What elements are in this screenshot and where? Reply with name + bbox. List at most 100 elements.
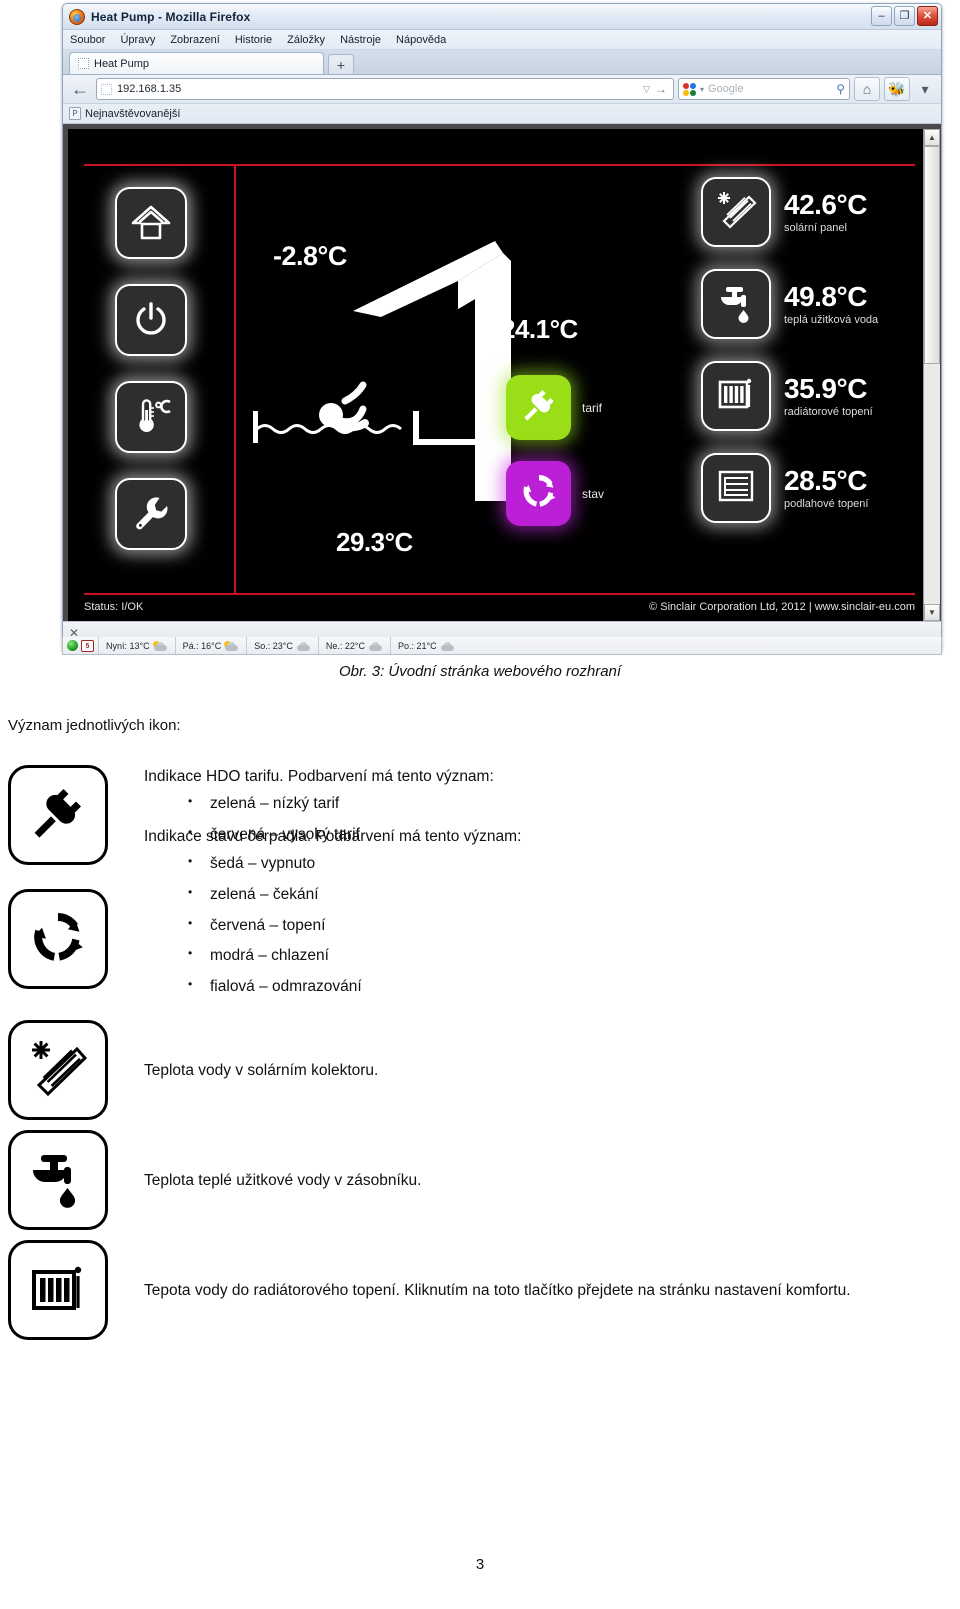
recycle-arrows-icon [520,472,558,515]
hot-water-caption: teplá užitková voda [784,313,879,326]
weather-start-group: 5 [63,639,98,652]
addons-button[interactable]: 🐝 [884,77,910,101]
hot-water-value: 49.8°C [784,280,867,312]
search-bar[interactable]: ▾ Google ⚲ [678,78,850,100]
reading-radiator[interactable]: 35.9°C radiátorové topení [701,361,878,431]
reading-text-hot-water: 49.8°C teplá užitková voda [784,280,879,326]
solar-panel-icon [715,189,757,236]
floor-heating-value: 28.5°C [784,464,867,496]
solar-panel-icon-tile[interactable] [701,177,771,247]
temperature-button-tile[interactable] [115,381,187,453]
heat-pump-web-app: -2.8°C 24.1°C 29.3°C tarif stav 42.6°C s… [68,129,923,621]
legend-recycle-icon-box [8,889,108,989]
list-item: modrá – chlazení [188,946,952,966]
plug-icon [28,783,88,848]
scroll-down-arrow-icon[interactable]: ▼ [924,604,940,621]
home-button-tile[interactable] [115,187,187,259]
cloud-icon [368,641,383,651]
pump-state-label: stav [582,486,605,501]
overflow-chevron-icon[interactable]: ▾ [914,77,936,101]
tab-label: Heat Pump [94,57,150,70]
chevron-down-icon[interactable]: ▾ [700,85,704,94]
menu-zobrazeni[interactable]: Zobrazení [170,34,220,46]
scroll-up-arrow-icon[interactable]: ▲ [924,129,940,146]
menu-historie[interactable]: Historie [235,34,272,46]
reading-hot-water[interactable]: 49.8°C teplá užitková voda [701,269,878,339]
pump-state-tile-row: stav [506,461,604,526]
solar-panel-value: 42.6°C [784,188,867,220]
scrollbar-thumb[interactable] [924,146,940,364]
list-item: červená – vysoký tarif [188,825,952,845]
weather-item-fri[interactable]: Pá.: 16°C [174,637,247,654]
search-input[interactable]: Google [708,83,832,95]
list-item: šedá – vypnuto [188,854,952,874]
chevron-down-icon[interactable]: ▽ [643,84,650,95]
reading-solar-panel[interactable]: 42.6°C solární panel [701,177,878,247]
pool-temperature: 29.3°C [336,527,413,557]
settings-button-tile[interactable] [115,478,187,550]
bookmark-most-visited[interactable]: Nejnavštěvovanější [85,108,180,120]
weather-label-sun: Ne.: 22°C [325,640,365,651]
floor-heating-caption: podlahové topení [784,497,869,510]
minimize-button[interactable]: – [871,6,892,26]
menu-upravy[interactable]: Úpravy [120,34,155,46]
menu-zalozky[interactable]: Záložky [287,34,325,46]
tab-favicon-icon [78,58,89,69]
bookmarks-toolbar: P Nejnavštěvovanější [63,104,941,124]
sun-cloud-icon [224,640,239,651]
status-tiles: tarif stav [506,375,604,526]
calendar-icon[interactable]: 5 [81,639,94,652]
icon-legend-list: Indikace HDO tarifu. Podbarvení má tento… [8,765,952,1341]
home-button[interactable]: ⌂ [854,77,880,101]
settings-wrench-icon [131,494,171,534]
plug-icon [520,386,558,429]
tariff-indicator-tile[interactable] [506,375,571,440]
menu-nastroje[interactable]: Nástroje [340,34,381,46]
legend-body-radiator: Tepota vody do radiátorového topení. Kli… [108,1278,952,1302]
reading-floor-heating[interactable]: 28.5°C podlahové topení [701,453,878,523]
legend-lead-radiator: Tepota vody do radiátorového topení. Kli… [144,1282,851,1300]
home-icon [131,205,171,241]
content-scrollbar[interactable]: ▲ ▼ [923,129,940,621]
go-arrow-icon[interactable]: → [655,82,669,96]
search-icon[interactable]: ⚲ [836,82,845,96]
weather-item-sat[interactable]: So.: 23°C [246,637,318,654]
pump-state-indicator-tile[interactable] [506,461,571,526]
indoor-temperature: 24.1°C [501,314,578,344]
new-tab-button[interactable]: + [328,54,354,74]
radiator-icon-tile[interactable] [701,361,771,431]
sensor-readings-list: 42.6°C solární panel 49.8°C teplá užitko… [701,177,878,523]
tab-heat-pump[interactable]: Heat Pump [69,52,324,74]
power-button-tile[interactable] [115,284,187,356]
url-bar[interactable]: 192.168.1.35 ▽ → [96,78,674,100]
power-icon [132,301,170,339]
legend-row-hot-water: Teplota teplé užitkové vody v zásobníku. [8,1130,952,1231]
legend-solar-icon-box [8,1020,108,1121]
close-button[interactable]: ✕ [917,6,938,26]
content-area: -2.8°C 24.1°C 29.3°C tarif stav 42.6°C s… [63,124,941,621]
menu-napoveda[interactable]: Nápověda [396,34,446,46]
weather-item-sun[interactable]: Ne.: 22°C [317,637,390,654]
floor-heating-icon-tile[interactable] [701,453,771,523]
menu-soubor[interactable]: Soubor [70,34,105,46]
legend-body-tariff: Indikace HDO tarifu. Podbarvení má tento… [108,765,952,857]
divider-line-vertical [234,164,236,595]
tariff-label: tarif [582,400,603,415]
firefox-logo-icon [69,8,85,25]
faucet-icon [715,281,757,328]
left-icon-rail [115,187,187,550]
weather-label-sat: So.: 23°C [254,640,293,651]
faucet-icon-tile[interactable] [701,269,771,339]
weather-item-mon[interactable]: Po.: 21°C [390,637,462,654]
url-text: 192.168.1.35 [117,83,182,95]
green-orb-icon[interactable] [67,640,78,651]
weather-item-now[interactable]: Nyní: 13°C [98,637,175,654]
weather-label-fri: Pá.: 16°C [182,640,222,651]
maximize-button[interactable]: ❐ [894,6,915,26]
back-arrow-icon[interactable]: ← [68,77,92,101]
radiator-icon [28,1259,88,1322]
scrollbar-track[interactable] [924,146,940,604]
temperature-icon [130,398,172,436]
window-title: Heat Pump - Mozilla Firefox [91,9,251,24]
legend-body-hot-water: Teplota teplé užitkové vody v zásobníku. [108,1168,952,1192]
